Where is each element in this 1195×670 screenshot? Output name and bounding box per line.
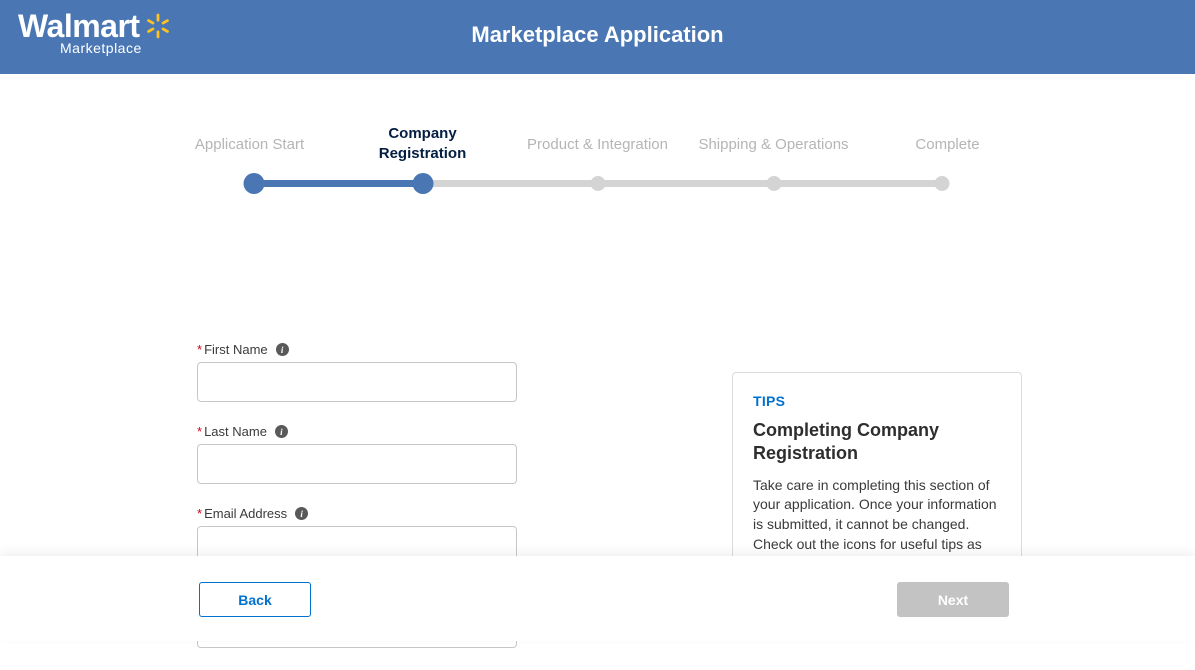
back-button[interactable]: Back — [199, 582, 311, 617]
step-label-company-registration: Company Registration — [379, 124, 467, 163]
info-icon[interactable]: i — [295, 507, 308, 520]
form-row-first-name: * First Name i — [197, 342, 527, 402]
step-dot-5 — [934, 176, 949, 191]
step-label-complete: Complete — [915, 136, 979, 153]
step-dot-3 — [590, 176, 605, 191]
step-dot-4 — [766, 176, 781, 191]
next-button[interactable]: Next — [897, 582, 1009, 617]
info-icon[interactable]: i — [276, 343, 289, 356]
content-area: Application Start Company Registration P… — [0, 118, 1195, 196]
tips-eyebrow: TIPS — [753, 393, 1001, 409]
required-marker: * — [197, 342, 202, 357]
step-dot-2 — [412, 173, 433, 194]
first-name-input[interactable] — [197, 362, 517, 402]
step-label-product-integration: Product & Integration — [527, 136, 668, 153]
progress-stepper: Application Start Company Registration P… — [188, 118, 1008, 196]
required-marker: * — [197, 424, 202, 439]
tips-heading: Completing Company Registration — [753, 419, 1001, 466]
step-dot-1 — [243, 173, 264, 194]
step-label-shipping-operations: Shipping & Operations — [698, 136, 848, 153]
logo-text: Walmart — [18, 10, 140, 42]
step-label-application-start: Application Start — [195, 136, 304, 153]
first-name-label: First Name — [204, 342, 268, 357]
app-header: Walmart Marketplace Marketplace Applicat… — [0, 0, 1195, 74]
logo-block: Walmart Marketplace — [18, 10, 172, 56]
page-title: Marketplace Application — [471, 22, 723, 48]
spark-icon — [144, 12, 172, 40]
last-name-label: Last Name — [204, 424, 267, 439]
footer-bar: Back Next — [0, 556, 1195, 641]
info-icon[interactable]: i — [275, 425, 288, 438]
email-label: Email Address — [204, 506, 287, 521]
step-track-fill — [248, 180, 423, 187]
logo-subtext: Marketplace — [60, 40, 142, 56]
last-name-input[interactable] — [197, 444, 517, 484]
required-marker: * — [197, 506, 202, 521]
form-row-last-name: * Last Name i — [197, 424, 527, 484]
